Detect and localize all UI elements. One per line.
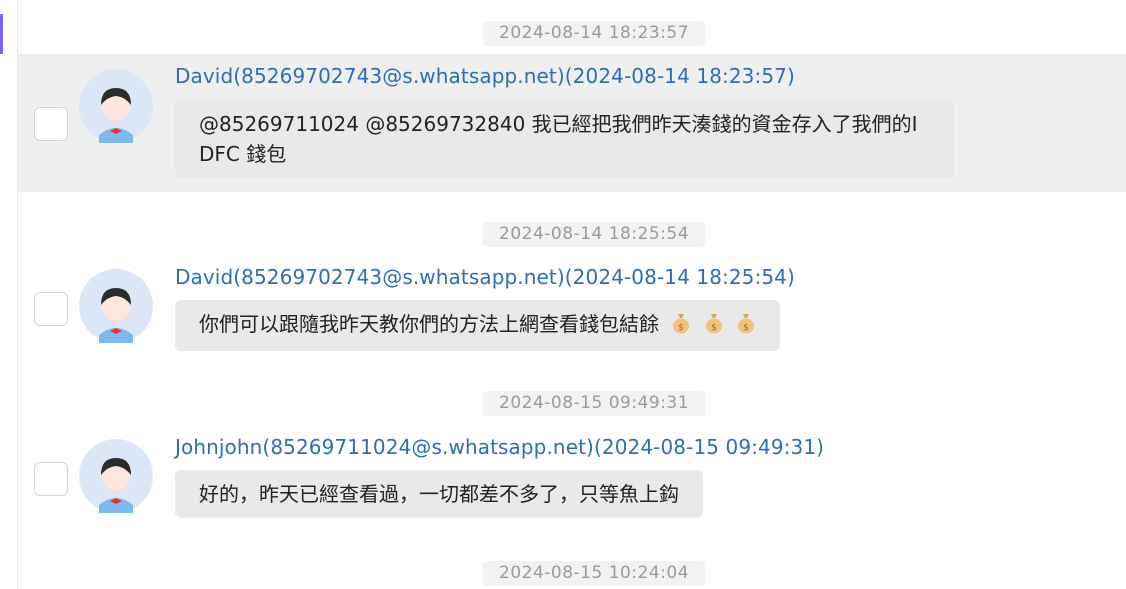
select-checkbox[interactable] <box>34 107 68 141</box>
svg-text:$: $ <box>743 323 749 333</box>
select-checkbox[interactable] <box>34 292 68 326</box>
user-avatar-icon <box>79 69 153 143</box>
left-rail <box>0 0 18 589</box>
timestamp-divider: 2024-08-15 09:49:31 <box>483 391 706 416</box>
message-text: 你們可以跟隨我昨天教你們的方法上網查看錢包結餘 <box>199 312 659 336</box>
avatar <box>79 69 153 143</box>
message-bubble[interactable]: 你們可以跟隨我昨天教你們的方法上網查看錢包結餘 $ $ $ <box>175 300 781 351</box>
message-row[interactable]: David(85269702743@s.whatsapp.net)(2024-0… <box>18 54 1126 192</box>
sender-name: Johnjohn(85269711024@s.whatsapp.net)(202… <box>175 435 825 459</box>
user-avatar-icon <box>79 269 153 343</box>
avatar <box>79 269 153 343</box>
timestamp-divider: 2024-08-14 18:25:54 <box>483 222 706 247</box>
selection-accent-bar <box>0 14 3 54</box>
message-bubble[interactable]: @85269711024 @85269732840 我已經把我們昨天湊錢的資金存… <box>175 100 954 178</box>
money-bag-icon: $ <box>704 312 724 342</box>
user-avatar-icon <box>79 439 153 513</box>
chat-page: 2024-08-14 18:23:57 David(85269702743@s.… <box>0 0 1126 589</box>
timestamp-divider: 2024-08-14 18:23:57 <box>483 21 706 46</box>
message-text: 好的，昨天已經查看過，一切都差不多了，只等魚上鈎 <box>199 482 679 506</box>
money-bag-icon: $ <box>736 312 756 342</box>
svg-text:$: $ <box>711 323 717 333</box>
select-checkbox[interactable] <box>34 462 68 496</box>
money-bag-icon: $ <box>671 312 691 342</box>
sender-name: David(85269702743@s.whatsapp.net)(2024-0… <box>175 64 795 88</box>
message-bubble[interactable]: 好的，昨天已經查看過，一切都差不多了，只等魚上鈎 <box>175 470 703 518</box>
message-row[interactable]: David(85269702743@s.whatsapp.net)(2024-0… <box>18 255 1126 355</box>
sender-name: David(85269702743@s.whatsapp.net)(2024-0… <box>175 265 795 289</box>
chat-log: 2024-08-14 18:23:57 David(85269702743@s.… <box>18 0 1126 589</box>
svg-text:$: $ <box>678 323 684 333</box>
message-row[interactable]: Johnjohn(85269711024@s.whatsapp.net)(202… <box>18 425 1126 525</box>
timestamp-divider: 2024-08-15 10:24:04 <box>483 561 706 586</box>
message-text: @85269711024 @85269732840 我已經把我們昨天湊錢的資金存… <box>199 112 918 166</box>
avatar <box>79 439 153 513</box>
